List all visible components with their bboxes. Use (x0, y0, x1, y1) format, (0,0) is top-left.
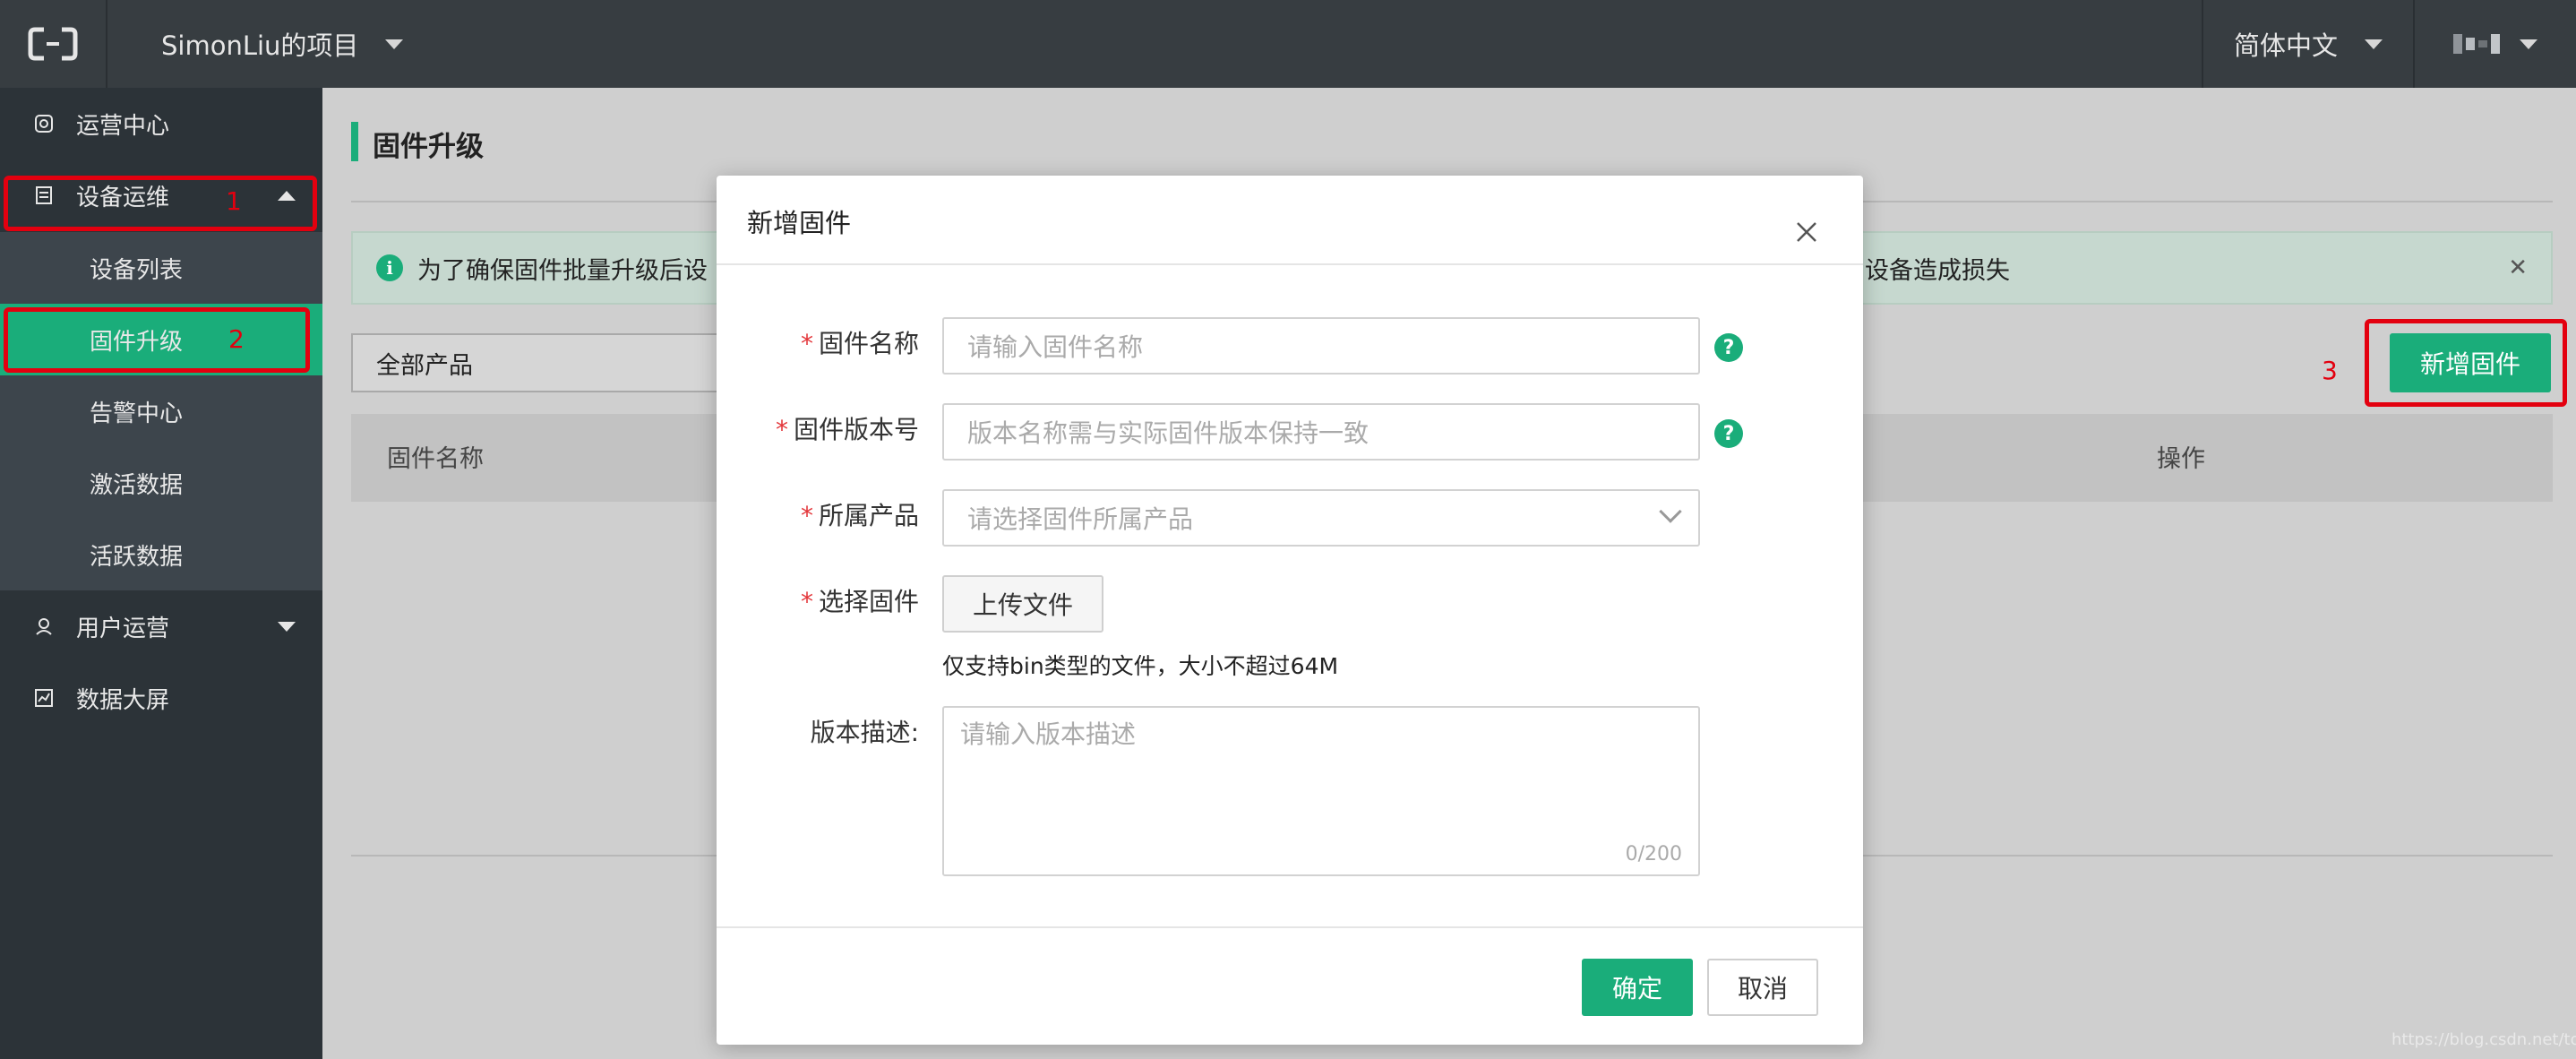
annotation-number-1: 1 (226, 186, 242, 216)
notice-text-tail: 设备造成损失 (1865, 256, 2010, 285)
textarea-placeholder: 请输入版本描述 (960, 719, 1137, 749)
firmware-name-label: * 固件名称 (800, 329, 919, 358)
sidebar: 运营中心 设备运维 设备列表 固件升级 告警中心 激活数据 活跃数据 用户运营 … (0, 88, 322, 1059)
help-icon[interactable]: ? (1714, 333, 1743, 362)
sidebar-item-label: 设备列表 (90, 256, 184, 284)
divider (717, 926, 1863, 928)
info-icon: i (376, 254, 403, 281)
version-desc-label: 版本描述: (810, 718, 919, 747)
project-name: SimonLiu的项目 (161, 30, 359, 61)
dialog-title: 新增固件 (747, 208, 852, 238)
sidebar-item-activation-data[interactable]: 激活数据 (0, 447, 322, 519)
chart-icon (35, 689, 53, 707)
chevron-down-icon (2365, 39, 2383, 49)
sidebar-item-label: 告警中心 (90, 400, 184, 427)
column-header-actions: 操作 (2157, 445, 2205, 473)
close-icon[interactable]: ✕ (2508, 254, 2528, 281)
page-title-accent (351, 122, 358, 161)
user-menu[interactable] (2413, 0, 2576, 88)
sidebar-item-operations-center[interactable]: 运营中心 (0, 88, 322, 159)
sidebar-item-label: 活跃数据 (90, 543, 184, 571)
annotation-box-3 (2365, 319, 2567, 407)
confirm-button[interactable]: 确定 (1582, 959, 1693, 1016)
sidebar-item-label: 激活数据 (90, 471, 184, 499)
sidebar-item-label: 用户运营 (76, 615, 170, 642)
dashboard-icon (35, 115, 53, 133)
product-filter-select[interactable]: 全部产品 (351, 333, 727, 392)
upload-hint: 仅支持bin类型的文件，大小不超过64M (942, 653, 1339, 679)
firmware-version-input[interactable]: 版本名称需与实际固件版本保持一致 (942, 403, 1700, 461)
top-bar: SimonLiu的项目 简体中文 (0, 0, 2576, 88)
sidebar-item-label: 运营中心 (76, 112, 170, 140)
project-switcher[interactable]: SimonLiu的项目 (161, 0, 404, 88)
sidebar-item-device-list[interactable]: 设备列表 (0, 232, 322, 304)
required-mark: * (800, 587, 813, 616)
chevron-down-icon (278, 621, 296, 632)
required-mark: * (775, 415, 788, 444)
product-select[interactable]: 请选择固件所属产品 (942, 489, 1700, 547)
sidebar-item-user-ops[interactable]: 用户运营 (0, 590, 322, 662)
product-select-placeholder: 请选择固件所属产品 (967, 504, 1194, 534)
sidebar-submenu: 设备列表 固件升级 告警中心 激活数据 活跃数据 (0, 232, 322, 590)
version-desc-textarea[interactable]: 请输入版本描述 0/200 (942, 706, 1700, 876)
sidebar-item-data-screen[interactable]: 数据大屏 (0, 662, 322, 734)
watermark: https://blog.csdn.net/toopoo (2391, 1030, 2576, 1049)
language-label: 简体中文 (2233, 30, 2338, 61)
alibaba-cloud-logo-icon[interactable] (0, 0, 107, 88)
page-title: 固件升级 (373, 131, 484, 163)
annotation-box-2 (4, 307, 310, 373)
column-header-firmware-name: 固件名称 (387, 445, 484, 473)
chevron-down-icon (1659, 500, 1682, 523)
char-counter: 0/200 (1625, 843, 1682, 865)
chevron-down-icon (2520, 39, 2537, 49)
pixelated-username-icon (2453, 34, 2500, 54)
sidebar-item-label: 数据大屏 (76, 686, 170, 714)
required-mark: * (800, 501, 813, 530)
notice-text: 为了确保固件批量升级后设 (417, 256, 708, 285)
annotation-box-1 (4, 176, 317, 231)
firmware-version-label: * 固件版本号 (775, 415, 919, 444)
divider (717, 263, 1863, 265)
annotation-number-2: 2 (228, 324, 245, 354)
required-mark: * (800, 329, 813, 358)
firmware-file-label: * 选择固件 (800, 587, 919, 616)
product-label: * 所属产品 (800, 501, 919, 530)
user-icon (36, 618, 52, 635)
upload-file-button[interactable]: 上传文件 (942, 575, 1103, 633)
sidebar-item-alarm-center[interactable]: 告警中心 (0, 375, 322, 447)
cancel-button[interactable]: 取消 (1707, 959, 1818, 1016)
language-switcher[interactable]: 简体中文 (2202, 0, 2413, 88)
firmware-name-input[interactable]: 请输入固件名称 (942, 317, 1700, 375)
annotation-number-3: 3 (2322, 356, 2338, 385)
close-icon[interactable] (1791, 217, 1822, 247)
chevron-down-icon (385, 39, 404, 49)
add-firmware-dialog: 新增固件 * 固件名称 请输入固件名称 ? * 固件版本号 版本名称需与实际固件版本… (717, 176, 1863, 1045)
help-icon[interactable]: ? (1714, 419, 1743, 448)
sidebar-item-active-data[interactable]: 活跃数据 (0, 519, 322, 590)
